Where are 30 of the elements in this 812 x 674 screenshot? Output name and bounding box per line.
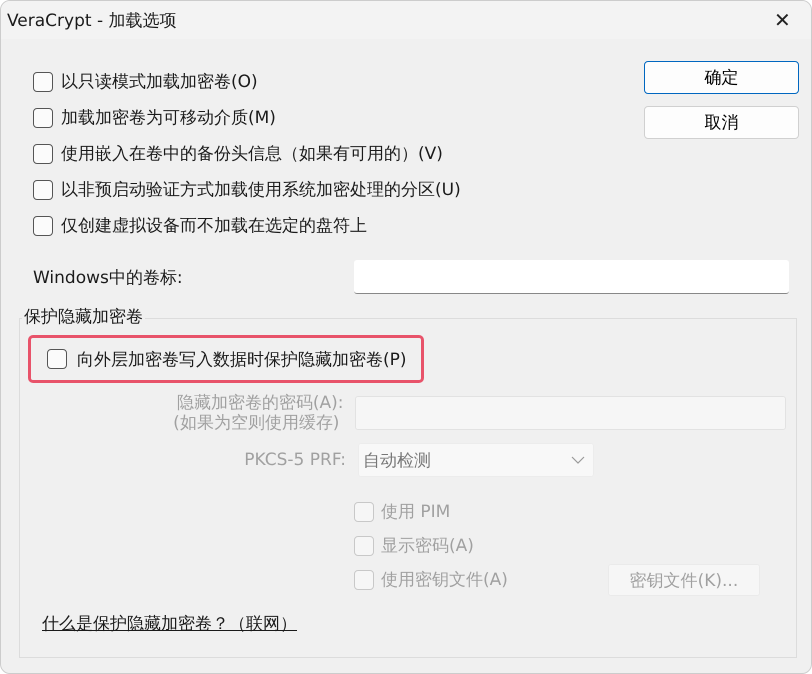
checkbox-option[interactable]: 加载加密卷为可移动介质(M)	[33, 105, 461, 130]
checkbox-option[interactable]: 以非预启动验证方式加载使用系统加密处理的分区(U)	[33, 177, 461, 202]
close-button[interactable]: ✕	[766, 6, 799, 34]
checkbox[interactable]	[47, 349, 67, 369]
checkbox-option[interactable]: 使用嵌入在卷中的备份头信息（如果有可用的）(V)	[33, 141, 461, 166]
option-label: 以非预启动验证方式加载使用系统加密处理的分区(U)	[61, 179, 461, 201]
password-label: 隐藏加密卷的密码(A):	[176, 393, 344, 413]
option-label: 以只读模式加载加密卷(O)	[61, 71, 258, 93]
checkbox[interactable]	[33, 108, 53, 128]
checkbox[interactable]	[33, 144, 53, 164]
option-label: 使用 PIM	[381, 501, 450, 523]
option-label: 使用密钥文件(A)	[381, 569, 508, 591]
option-label: 加载加密卷为可移动介质(M)	[61, 107, 276, 129]
option-label: 使用嵌入在卷中的备份头信息（如果有可用的）(V)	[61, 143, 443, 165]
checkbox-option[interactable]: 仅创建虚拟设备而不加载在选定的盘符上	[33, 213, 461, 238]
prf-label: PKCS-5 PRF:	[243, 450, 346, 470]
help-link[interactable]: 什么是保护隐藏加密卷？（联网）	[42, 612, 297, 635]
cancel-button[interactable]: 取消	[644, 106, 799, 139]
ok-button[interactable]: 确定	[644, 61, 799, 94]
volume-label-caption: Windows中的卷标:	[33, 266, 183, 288]
option-label: 仅创建虚拟设备而不加载在选定的盘符上	[61, 215, 367, 237]
protect-label: 向外层加密卷写入数据时保护隐藏加密卷(P)	[77, 348, 407, 370]
checkbox[interactable]	[33, 216, 53, 236]
password-note: (如果为空则使用缓存)	[173, 413, 340, 433]
chevron-down-icon	[571, 456, 585, 464]
checkbox[interactable]	[33, 72, 53, 92]
window-title: VeraCrypt - 加载选项	[7, 10, 176, 32]
checkbox[interactable]	[33, 180, 53, 200]
option-label: 显示密码(A)	[381, 535, 474, 557]
checkbox-option[interactable]: 以只读模式加载加密卷(O)	[33, 69, 461, 94]
